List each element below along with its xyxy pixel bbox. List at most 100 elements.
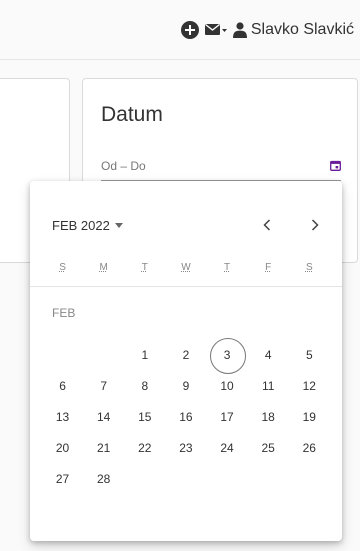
calendar-day[interactable]: 18 — [248, 401, 289, 432]
top-actions: Slavko Slavkić — [180, 17, 360, 43]
calendar-day-number: 28 — [97, 471, 111, 486]
calendar-day-number: 12 — [302, 378, 316, 393]
weekday-label: M — [99, 262, 108, 273]
calendar-day-number: 4 — [264, 347, 272, 362]
calendar-day-number: 25 — [261, 440, 275, 455]
calendar-day-number: 11 — [261, 378, 275, 393]
calendar-day-number: 1 — [141, 347, 149, 362]
calendar-day[interactable]: 19 — [289, 401, 330, 432]
calendar-day-number: 14 — [97, 409, 111, 424]
calendar-empty-cell — [42, 339, 83, 370]
calendar-day-today[interactable]: 3 — [207, 337, 248, 374]
calendar-day-number: 7 — [100, 378, 108, 393]
calendar-empty-cell — [124, 463, 165, 494]
calendar-day[interactable]: 26 — [289, 432, 330, 463]
date-range-label: Od – Do — [101, 159, 146, 173]
calendar-day[interactable]: 8 — [124, 370, 165, 401]
calendar-day[interactable]: 22 — [124, 432, 165, 463]
weekday-label: F — [265, 262, 272, 273]
calendar-empty-cell — [289, 463, 330, 494]
calendar-day-number: 2 — [182, 347, 190, 362]
calendar-day[interactable]: 13 — [42, 401, 83, 432]
caret-down-icon — [114, 223, 123, 228]
messages-button[interactable] — [204, 23, 227, 37]
calendar-day[interactable]: 28 — [83, 463, 124, 494]
calendar-day-number: 21 — [97, 440, 111, 455]
calendar-day[interactable]: 7 — [83, 370, 124, 401]
chevron-right-icon — [311, 219, 319, 231]
calendar-empty-cell — [207, 463, 248, 494]
calendar-day[interactable]: 27 — [42, 463, 83, 494]
month-label: FEB — [52, 306, 76, 320]
calendar-day-number: 15 — [138, 409, 152, 424]
calendar-day-number: 23 — [179, 440, 193, 455]
weekday-divider — [30, 286, 342, 287]
weekday-label: W — [181, 262, 191, 273]
calendar-day-number: 17 — [220, 409, 234, 424]
date-range-field[interactable]: Od – Do — [101, 159, 341, 181]
calendar-day[interactable]: 14 — [83, 401, 124, 432]
month-year-select[interactable]: FEB 2022 — [52, 218, 123, 233]
weekday-label: T — [224, 262, 231, 273]
plus-circle-icon — [180, 21, 199, 39]
calendar-empty-cell — [248, 463, 289, 494]
add-button[interactable] — [180, 21, 199, 39]
weekday-label: S — [305, 262, 313, 273]
calendar-day-number: 27 — [55, 471, 70, 486]
weekday-header: S M T W T F S — [42, 262, 330, 278]
chevron-left-icon — [263, 219, 271, 231]
previous-month-button[interactable] — [257, 215, 277, 235]
day-grid: 1 2 3 4 5 6 7 8 9 10 11 12 13 14 15 16 17 18 19 20 21 22 23 24 2… — [42, 337, 330, 494]
date-card-title: Datum — [101, 103, 163, 126]
calendar-day[interactable]: 4 — [248, 339, 289, 370]
calendar-day-number: 22 — [138, 440, 152, 455]
weekday-label: T — [141, 262, 148, 273]
calendar-day-number: 16 — [179, 409, 193, 424]
calendar-day-number: 26 — [302, 440, 316, 455]
user-menu-button[interactable]: Slavko Slavkić — [232, 21, 354, 39]
calendar-day[interactable]: 10 — [207, 370, 248, 401]
date-picker-header: FEB 2022 — [30, 181, 342, 233]
calendar-day[interactable]: 24 — [207, 432, 248, 463]
calendar-day[interactable]: 2 — [165, 339, 206, 370]
next-month-button[interactable] — [305, 215, 325, 235]
calendar-day[interactable]: 16 — [165, 401, 206, 432]
calendar-week-row: 27 28 — [42, 463, 330, 494]
weekday-label: S — [59, 262, 66, 273]
user-icon — [232, 22, 247, 38]
calendar-day-number: 19 — [302, 409, 316, 424]
calendar-day-number: 5 — [305, 347, 313, 362]
calendar-day-number: 8 — [141, 378, 149, 393]
calendar-day-number: 13 — [55, 409, 70, 424]
calendar-day[interactable]: 23 — [165, 432, 206, 463]
calendar-icon[interactable] — [330, 160, 341, 171]
envelope-icon — [204, 23, 227, 35]
calendar-day-number: 3 — [223, 347, 231, 362]
calendar-day[interactable]: 20 — [42, 432, 83, 463]
calendar-day[interactable]: 1 — [124, 339, 165, 370]
calendar-day[interactable]: 17 — [207, 401, 248, 432]
calendar-week-row: 13 14 15 16 17 18 19 — [42, 401, 330, 432]
calendar-week-row: 6 7 8 9 10 11 12 — [42, 370, 330, 401]
calendar-week-row: 1 2 3 4 5 — [42, 337, 330, 374]
month-year-label: FEB 2022 — [52, 218, 110, 233]
calendar-week-row: 20 21 22 23 24 25 26 — [42, 432, 330, 463]
calendar-day[interactable]: 5 — [289, 339, 330, 370]
calendar-day[interactable]: 25 — [248, 432, 289, 463]
calendar-day[interactable]: 9 — [165, 370, 206, 401]
calendar-day[interactable]: 15 — [124, 401, 165, 432]
top-bar: Slavko Slavkić — [0, 0, 360, 60]
calendar-day-number: 6 — [59, 378, 66, 393]
page: Slavko Slavkić Datum Od – Do FEB 2022 S … — [0, 0, 360, 551]
calendar-day-number: 10 — [220, 378, 234, 393]
user-name: Slavko Slavkić — [250, 21, 354, 38]
calendar-day[interactable]: 21 — [83, 432, 124, 463]
calendar-day-number: 20 — [55, 440, 70, 455]
date-picker-popup: FEB 2022 S M T W T F S FEB 1 2 3 4 5 6 7 8 9 10 11… — [30, 181, 342, 541]
calendar-day[interactable]: 11 — [248, 370, 289, 401]
calendar-day[interactable]: 12 — [289, 370, 330, 401]
calendar-day-number: 24 — [220, 440, 234, 455]
calendar-day[interactable]: 6 — [42, 370, 83, 401]
calendar-empty-cell — [165, 463, 206, 494]
calendar-empty-cell — [83, 339, 124, 370]
